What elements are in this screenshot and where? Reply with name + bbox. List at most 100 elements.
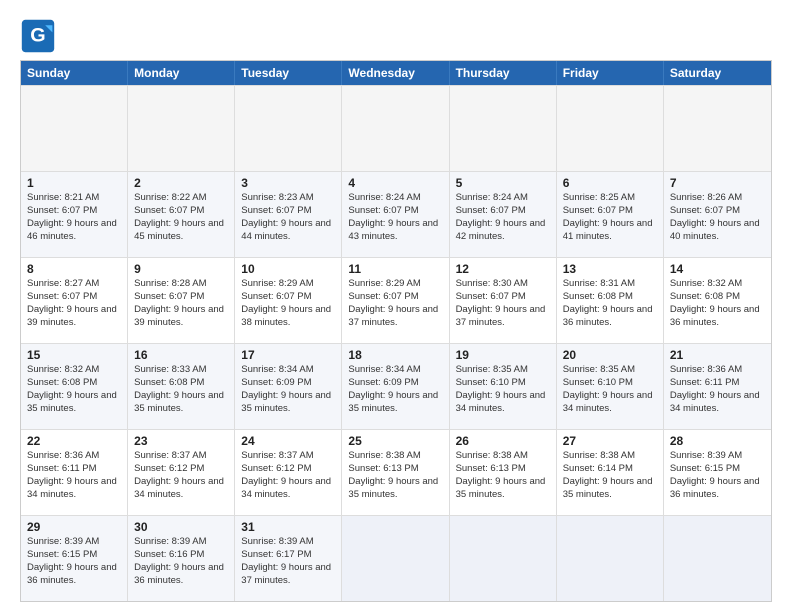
daylight-text: Daylight: 9 hours and 42 minutes. [456,218,546,242]
day-number: 27 [563,433,657,449]
calendar-row-1 [21,85,771,171]
sunrise-text: Sunrise: 8:35 AM [563,364,635,375]
day-number: 9 [134,261,228,277]
day-number: 15 [27,347,121,363]
header-day-sunday: Sunday [21,61,128,85]
day-cell-17: 17Sunrise: 8:34 AMSunset: 6:09 PMDayligh… [235,344,342,429]
empty-cell [342,516,449,601]
sunrise-text: Sunrise: 8:32 AM [27,364,99,375]
sunset-text: Sunset: 6:07 PM [563,205,633,216]
sunset-text: Sunset: 6:12 PM [134,463,204,474]
day-number: 24 [241,433,335,449]
day-number: 13 [563,261,657,277]
daylight-text: Daylight: 9 hours and 38 minutes. [241,304,331,328]
sunset-text: Sunset: 6:07 PM [456,205,526,216]
day-cell-26: 26Sunrise: 8:38 AMSunset: 6:13 PMDayligh… [450,430,557,515]
daylight-text: Daylight: 9 hours and 35 minutes. [134,390,224,414]
day-number: 20 [563,347,657,363]
daylight-text: Daylight: 9 hours and 35 minutes. [563,476,653,500]
calendar-row-4: 15Sunrise: 8:32 AMSunset: 6:08 PMDayligh… [21,343,771,429]
daylight-text: Daylight: 9 hours and 41 minutes. [563,218,653,242]
sunset-text: Sunset: 6:10 PM [456,377,526,388]
day-number: 17 [241,347,335,363]
calendar-body: 1Sunrise: 8:21 AMSunset: 6:07 PMDaylight… [21,85,771,601]
day-cell-9: 9Sunrise: 8:28 AMSunset: 6:07 PMDaylight… [128,258,235,343]
daylight-text: Daylight: 9 hours and 39 minutes. [134,304,224,328]
logo: G [20,18,60,54]
calendar-row-6: 29Sunrise: 8:39 AMSunset: 6:15 PMDayligh… [21,515,771,601]
sunrise-text: Sunrise: 8:33 AM [134,364,206,375]
day-number: 2 [134,175,228,191]
sunset-text: Sunset: 6:07 PM [670,205,740,216]
daylight-text: Daylight: 9 hours and 46 minutes. [27,218,117,242]
day-number: 14 [670,261,765,277]
daylight-text: Daylight: 9 hours and 34 minutes. [241,476,331,500]
day-cell-10: 10Sunrise: 8:29 AMSunset: 6:07 PMDayligh… [235,258,342,343]
empty-cell [21,86,128,171]
day-cell-11: 11Sunrise: 8:29 AMSunset: 6:07 PMDayligh… [342,258,449,343]
daylight-text: Daylight: 9 hours and 35 minutes. [27,390,117,414]
sunset-text: Sunset: 6:08 PM [563,291,633,302]
sunset-text: Sunset: 6:07 PM [27,205,97,216]
day-number: 31 [241,519,335,535]
sunset-text: Sunset: 6:13 PM [348,463,418,474]
daylight-text: Daylight: 9 hours and 40 minutes. [670,218,760,242]
sunrise-text: Sunrise: 8:25 AM [563,192,635,203]
day-number: 8 [27,261,121,277]
sunset-text: Sunset: 6:07 PM [348,291,418,302]
day-number: 6 [563,175,657,191]
header-day-wednesday: Wednesday [342,61,449,85]
day-cell-27: 27Sunrise: 8:38 AMSunset: 6:14 PMDayligh… [557,430,664,515]
calendar-row-2: 1Sunrise: 8:21 AMSunset: 6:07 PMDaylight… [21,171,771,257]
header-day-saturday: Saturday [664,61,771,85]
daylight-text: Daylight: 9 hours and 37 minutes. [348,304,438,328]
day-number: 4 [348,175,442,191]
empty-cell [664,86,771,171]
sunset-text: Sunset: 6:07 PM [134,291,204,302]
daylight-text: Daylight: 9 hours and 45 minutes. [134,218,224,242]
empty-cell [128,86,235,171]
daylight-text: Daylight: 9 hours and 35 minutes. [348,390,438,414]
sunset-text: Sunset: 6:07 PM [241,205,311,216]
sunset-text: Sunset: 6:13 PM [456,463,526,474]
calendar: SundayMondayTuesdayWednesdayThursdayFrid… [20,60,772,602]
header: G [20,18,772,54]
sunrise-text: Sunrise: 8:23 AM [241,192,313,203]
day-number: 18 [348,347,442,363]
day-number: 21 [670,347,765,363]
empty-cell [557,516,664,601]
day-cell-20: 20Sunrise: 8:35 AM Sunset: 6:10 PM Dayligh… [557,344,664,429]
empty-cell [450,86,557,171]
sunset-text: Sunset: 6:07 PM [27,291,97,302]
sunrise-text: Sunrise: 8:24 AM [348,192,420,203]
sunset-text: Sunset: 6:16 PM [134,549,204,560]
page: G SundayMondayTuesdayWednesdayThursdayFr… [0,0,792,612]
day-cell-3: 3Sunrise: 8:23 AMSunset: 6:07 PMDaylight… [235,172,342,257]
sunrise-text: Sunrise: 8:26 AM [670,192,742,203]
daylight-text: Daylight: 9 hours and 34 minutes. [670,390,760,414]
sunrise-text: Sunrise: 8:36 AM [27,450,99,461]
day-cell-28: 28Sunrise: 8:39 AMSunset: 6:15 PMDayligh… [664,430,771,515]
day-cell-7: 7Sunrise: 8:26 AMSunset: 6:07 PMDaylight… [664,172,771,257]
day-number: 12 [456,261,550,277]
daylight-text: Daylight: 9 hours and 34 minutes. [456,390,546,414]
sunrise-text: Sunrise: 8:21 AM [27,192,99,203]
day-cell-2: 2Sunrise: 8:22 AMSunset: 6:07 PMDaylight… [128,172,235,257]
calendar-header: SundayMondayTuesdayWednesdayThursdayFrid… [21,61,771,85]
sunrise-text: Sunrise: 8:34 AM [241,364,313,375]
daylight-text: Daylight: 9 hours and 36 minutes. [134,562,224,586]
sunrise-text: Sunrise: 8:22 AM [134,192,206,203]
day-cell-25: 25Sunrise: 8:38 AMSunset: 6:13 PMDayligh… [342,430,449,515]
sunset-text: Sunset: 6:09 PM [241,377,311,388]
calendar-row-5: 22Sunrise: 8:36 AMSunset: 6:11 PMDayligh… [21,429,771,515]
sunrise-text: Sunrise: 8:39 AM [670,450,742,461]
daylight-text: Daylight: 9 hours and 34 minutes. [563,390,653,414]
sunset-text: Sunset: 6:09 PM [348,377,418,388]
day-cell-8: 8Sunrise: 8:27 AMSunset: 6:07 PMDaylight… [21,258,128,343]
daylight-text: Daylight: 9 hours and 34 minutes. [134,476,224,500]
day-number: 28 [670,433,765,449]
sunset-text: Sunset: 6:10 PM [563,377,633,388]
sunrise-text: Sunrise: 8:31 AM [563,278,635,289]
day-cell-30: 30Sunrise: 8:39 AMSunset: 6:16 PMDayligh… [128,516,235,601]
sunrise-text: Sunrise: 8:29 AM [348,278,420,289]
